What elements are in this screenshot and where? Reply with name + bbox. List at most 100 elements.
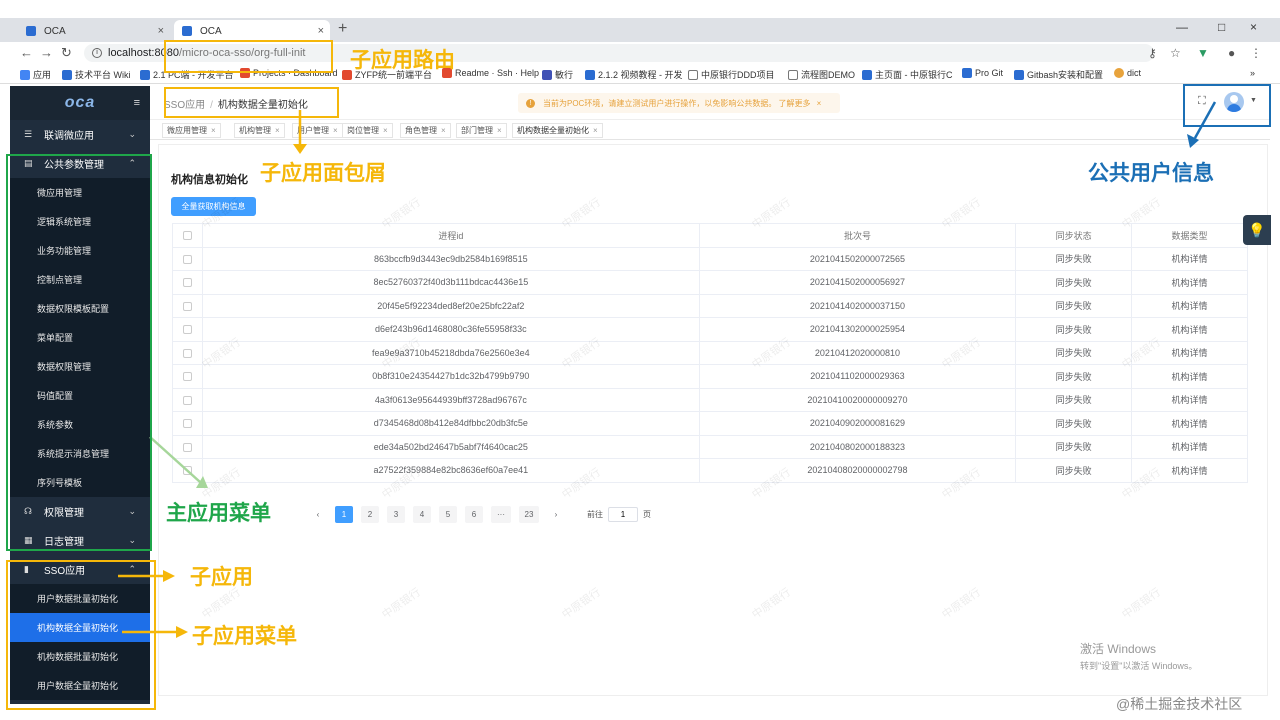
- bookmark[interactable]: Gitbash安装和配置: [1014, 68, 1103, 81]
- sidebar-item[interactable]: 序列号模板: [10, 468, 150, 497]
- table-row[interactable]: 8ec52760372f40d3b111bdcac4436e15 20210415…: [172, 270, 1248, 295]
- row-checkbox[interactable]: [183, 325, 192, 335]
- profile-icon[interactable]: ●: [1228, 46, 1235, 60]
- table-row[interactable]: d7345468d08b412e84dfbbc20db3fc5e 20210409…: [172, 411, 1248, 436]
- page-number-button[interactable]: 1: [335, 505, 353, 523]
- sidebar-item[interactable]: 数据权限模板配置: [10, 294, 150, 323]
- row-checkbox[interactable]: [183, 466, 192, 476]
- row-checkbox[interactable]: [183, 348, 192, 358]
- table-row[interactable]: a27522f359884e82bc8636ef60a7ee41 20210408…: [172, 458, 1248, 483]
- tag-close-icon[interactable]: ×: [593, 126, 598, 135]
- page-number-button[interactable]: ···: [491, 505, 511, 523]
- table-row[interactable]: 4a3f0613e95644939bff3728ad96767c 20210410…: [172, 387, 1248, 412]
- close-window-button[interactable]: ×: [1250, 20, 1257, 34]
- prev-page-button[interactable]: ‹: [309, 506, 327, 523]
- sidebar-item[interactable]: 系统提示消息管理: [10, 439, 150, 468]
- sidebar-item[interactable]: 用户数据批量初始化: [10, 584, 150, 613]
- menu-dots-icon[interactable]: ⋮: [1250, 46, 1262, 60]
- tag-close-icon[interactable]: ×: [275, 126, 280, 135]
- fetch-all-org-button[interactable]: 全量获取机构信息: [171, 197, 256, 216]
- browser-tab-active[interactable]: OCA ×: [174, 20, 330, 42]
- bookmark[interactable]: Projects · Dashboard: [240, 68, 338, 78]
- sidebar-group[interactable]: ▮ SSO应用 ⌃: [10, 555, 150, 584]
- key-icon[interactable]: ⚷: [1148, 46, 1157, 60]
- tag-close-icon[interactable]: ×: [211, 126, 216, 135]
- bookmark[interactable]: 中原银行DDD项目: [688, 68, 775, 81]
- sidebar-item[interactable]: 菜单配置: [10, 323, 150, 352]
- vue-devtools-icon[interactable]: ▼: [1197, 46, 1209, 60]
- row-checkbox[interactable]: [183, 254, 192, 264]
- row-checkbox[interactable]: [183, 395, 192, 405]
- bookmark[interactable]: dict: [1114, 68, 1141, 78]
- tag-close-icon[interactable]: ×: [441, 126, 446, 135]
- tag-item[interactable]: 用户管理 ×: [292, 123, 343, 138]
- sidebar-item[interactable]: 控制点管理: [10, 265, 150, 294]
- sidebar-item[interactable]: 逻辑系统管理: [10, 207, 150, 236]
- sidebar-group[interactable]: ▤ 公共参数管理 ⌃: [10, 149, 150, 178]
- next-page-button[interactable]: ›: [547, 506, 565, 523]
- sidebar-item[interactable]: 数据权限管理: [10, 352, 150, 381]
- sidebar-item[interactable]: 业务功能管理: [10, 236, 150, 265]
- sidebar-group[interactable]: ☊ 权限管理 ⌄: [10, 497, 150, 526]
- bookmark[interactable]: Pro Git: [962, 68, 1003, 78]
- tab-close-icon[interactable]: ×: [158, 25, 164, 37]
- fullscreen-icon[interactable]: ⛶: [1198, 95, 1206, 108]
- site-info-icon[interactable]: i: [92, 48, 102, 58]
- table-row[interactable]: 0b8f310e24354427b1dc32b4799b9790 20210411…: [172, 364, 1248, 389]
- bookmark[interactable]: 2.1.2 视频教程 - 开发: [585, 68, 683, 81]
- menu-fold-icon[interactable]: ≡: [134, 97, 140, 109]
- page-number-button[interactable]: 4: [413, 505, 431, 523]
- sidebar-item[interactable]: 机构数据全量初始化: [10, 613, 150, 642]
- page-number-button[interactable]: 5: [439, 505, 457, 523]
- row-checkbox[interactable]: [183, 419, 192, 429]
- back-arrow-icon[interactable]: ←: [20, 45, 33, 60]
- tab-close-icon[interactable]: ×: [318, 25, 324, 37]
- page-number-button[interactable]: 23: [519, 505, 539, 523]
- tag-close-icon[interactable]: ×: [497, 126, 502, 135]
- table-row[interactable]: ede34a502bd24647b5abf7f4640cac25 20210408…: [172, 434, 1248, 459]
- notice-close-icon[interactable]: ×: [817, 99, 822, 108]
- bookmark[interactable]: 流程图DEMO: [788, 68, 855, 81]
- user-avatar[interactable]: [1224, 92, 1244, 112]
- bookmarks-overflow[interactable]: »: [1250, 68, 1255, 78]
- row-checkbox[interactable]: [183, 372, 192, 382]
- star-icon[interactable]: ☆: [1170, 46, 1181, 60]
- sidebar-group[interactable]: ▦ 日志管理 ⌄: [10, 526, 150, 555]
- sidebar-group[interactable]: ☰ 联调微应用 ⌄: [10, 120, 150, 149]
- bookmark[interactable]: 2.1 PC端 - 开发平台: [140, 68, 234, 81]
- maximize-button[interactable]: □: [1218, 20, 1225, 34]
- tag-close-icon[interactable]: ×: [383, 126, 388, 135]
- bookmark[interactable]: 敏行: [542, 68, 573, 81]
- caret-down-icon[interactable]: ▼: [1250, 97, 1257, 104]
- page-number-button[interactable]: 6: [465, 505, 483, 523]
- table-row[interactable]: 863bccfb9d3443ec9db2584b169f8515 20210415…: [172, 246, 1248, 271]
- sidebar-item[interactable]: 用户数据全量初始化: [10, 671, 150, 700]
- minimize-button[interactable]: —: [1176, 20, 1188, 34]
- new-tab-button[interactable]: +: [338, 20, 347, 38]
- sidebar-item[interactable]: 系统参数: [10, 410, 150, 439]
- row-checkbox[interactable]: [183, 301, 192, 311]
- page-number-button[interactable]: 2: [361, 505, 379, 523]
- forward-arrow-icon[interactable]: →: [40, 45, 53, 60]
- sidebar-item[interactable]: 码值配置: [10, 381, 150, 410]
- table-row[interactable]: fea9e9a3710b45218dbda76e2560e3e4 20210412…: [172, 340, 1248, 365]
- sidebar-item[interactable]: 微应用管理: [10, 178, 150, 207]
- sidebar-item[interactable]: 机构数据批量初始化: [10, 642, 150, 671]
- tag-item[interactable]: 机构管理 ×: [234, 123, 285, 138]
- tag-item[interactable]: 微应用管理 ×: [162, 123, 221, 138]
- browser-tab[interactable]: OCA ×: [18, 20, 170, 42]
- tag-item[interactable]: 岗位管理 ×: [342, 123, 393, 138]
- notice-text[interactable]: 当前为POC环境，请建立测试用户进行操作，以免影响公共数据。 了解更多: [543, 98, 811, 109]
- lightbulb-icon[interactable]: 💡: [1243, 215, 1271, 245]
- bookmark-apps[interactable]: 应用: [20, 68, 51, 81]
- address-bar[interactable]: i localhost:8080/micro-oca-sso/org-full-…: [84, 44, 1154, 62]
- page-number-button[interactable]: 3: [387, 505, 405, 523]
- tag-item[interactable]: 机构数据全量初始化 ×: [512, 123, 603, 138]
- tag-item[interactable]: 角色管理 ×: [400, 123, 451, 138]
- tag-close-icon[interactable]: ×: [333, 126, 338, 135]
- bookmark[interactable]: 技术平台 Wiki: [62, 68, 131, 81]
- row-checkbox[interactable]: [183, 278, 192, 288]
- row-checkbox[interactable]: [183, 442, 192, 452]
- reload-icon[interactable]: ↻: [61, 45, 72, 61]
- select-all-checkbox[interactable]: [183, 231, 192, 241]
